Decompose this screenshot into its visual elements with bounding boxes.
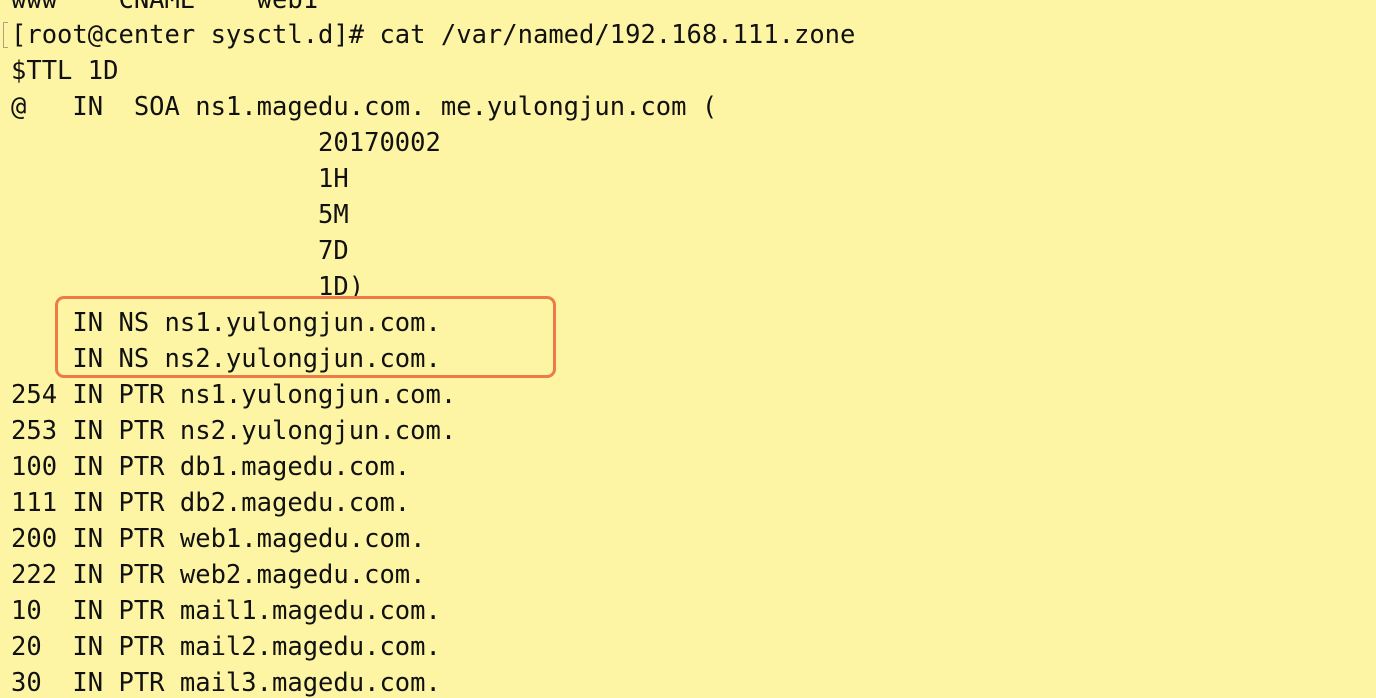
ptr-record-line: 111 IN PTR db2.magedu.com. (11, 488, 411, 518)
ptr-record-line: 222 IN PTR web2.magedu.com. (11, 560, 426, 590)
ptr-record-line: 100 IN PTR db1.magedu.com. (11, 452, 411, 482)
zone-ttl-line: $TTL 1D (11, 56, 119, 86)
ptr-record-line: 10 IN PTR mail1.magedu.com. (11, 596, 441, 626)
terminal-window[interactable]: www CNAME web1 [root@center sysctl.d]# c… (0, 0, 1376, 698)
ptr-record-line: 253 IN PTR ns2.yulongjun.com. (11, 416, 457, 446)
ns-records-highlight-box (55, 296, 556, 378)
soa-serial-line: 20170002 (11, 128, 441, 158)
terminal-command-line: [root@center sysctl.d]# cat /var/named/1… (11, 20, 856, 50)
ptr-record-line: 20 IN PTR mail2.magedu.com. (11, 632, 441, 662)
soa-expire-line: 7D (11, 236, 349, 266)
prompt-marker-icon (3, 22, 8, 48)
zone-soa-line: @ IN SOA ns1.magedu.com. me.yulongjun.co… (11, 92, 718, 122)
soa-retry-line: 5M (11, 200, 349, 230)
terminal-line-cut-off: www CNAME web1 (11, 0, 319, 15)
ptr-record-line: 200 IN PTR web1.magedu.com. (11, 524, 426, 554)
soa-refresh-line: 1H (11, 164, 349, 194)
ptr-record-line: 30 IN PTR mail3.magedu.com. (11, 668, 441, 698)
ptr-record-line: 254 IN PTR ns1.yulongjun.com. (11, 380, 457, 410)
